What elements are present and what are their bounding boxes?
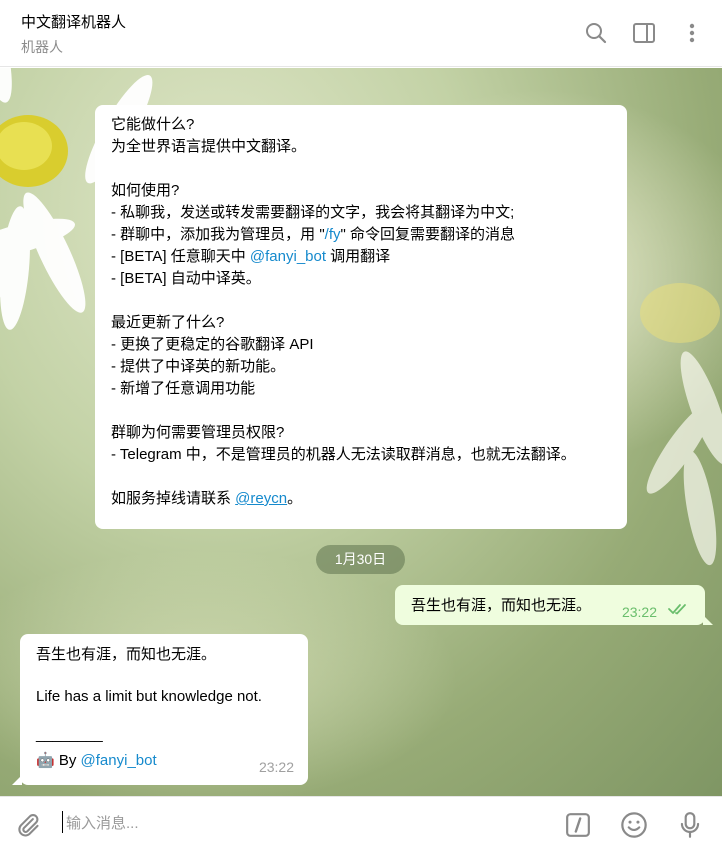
robot-emoji-icon: 🤖 — [36, 752, 55, 769]
intro-line-text: 如服务掉线请联系 — [111, 490, 236, 507]
intro-line: - 新增了任意调用功能 — [111, 380, 256, 397]
separator-line: ________ — [36, 726, 103, 743]
message-time: 23:22 — [258, 759, 294, 775]
microphone-icon[interactable] — [674, 809, 706, 841]
intro-line-text: - 群聊中，添加我为管理员，用 " — [111, 226, 325, 243]
intro-line-bot: - [BETA] 任意聊天中 @fanyi_bot 调用翻译 — [111, 246, 611, 268]
message-composer — [0, 796, 722, 852]
intro-line — [111, 158, 611, 180]
intro-line: 为全世界语言提供中文翻译。 — [111, 138, 307, 155]
message-input[interactable] — [66, 811, 546, 835]
intro-line: - [BETA] 自动中译英。 — [111, 270, 261, 287]
intro-line-command: - 群聊中，添加我为管理员，用 "/fy" 命令回复需要翻译的消息 — [111, 224, 611, 246]
chat-header: 中文翻译机器人 机器人 — [0, 0, 722, 67]
intro-line-text: - [BETA] 任意聊天中 — [111, 248, 250, 265]
intro-line-text: 。 — [287, 490, 303, 507]
command-link[interactable]: /fy — [325, 226, 341, 243]
signature-line: 🤖 By @fanyi_bot — [36, 750, 292, 772]
intro-line: 群聊为何需要管理员权限? — [111, 424, 285, 441]
search-icon[interactable] — [581, 18, 611, 48]
attach-icon[interactable] — [12, 809, 44, 841]
date-divider: 1月30日 — [316, 545, 405, 574]
intro-line — [111, 400, 611, 422]
double-check-icon — [667, 601, 691, 623]
bot-command-icon[interactable] — [562, 809, 594, 841]
bot-intro-message: 它能做什么? 为全世界语言提供中文翻译。 如何使用? - 私聊我，发送或转发需要… — [95, 105, 627, 529]
outgoing-message-text: 吾生也有涯，而知也无涯。 — [411, 597, 592, 614]
more-vertical-icon[interactable] — [677, 18, 707, 48]
emoji-icon[interactable] — [618, 809, 650, 841]
intro-line: - 更换了更稳定的谷歌翻译 API — [111, 336, 314, 353]
message-time: 23:22 — [621, 604, 657, 620]
incoming-translation-message[interactable]: 吾生也有涯，而知也无涯。 Life has a limit but knowle… — [12, 634, 308, 785]
chat-subtitle: 机器人 — [21, 39, 63, 55]
chat-title[interactable]: 中文翻译机器人 — [21, 11, 126, 32]
intro-line: 如何使用? — [111, 182, 180, 199]
intro-line: - 私聊我，发送或转发需要翻译的文字，我会将其翻译为中文; — [111, 204, 515, 221]
intro-line: 最近更新了什么? — [111, 314, 225, 331]
intro-line: 它能做什么? — [111, 116, 195, 133]
bot-mention-link[interactable]: @fanyi_bot — [81, 752, 157, 769]
outgoing-message[interactable]: 吾生也有涯，而知也无涯。 23:22 — [395, 585, 713, 625]
translation-line: Life has a limit but knowledge not. — [36, 688, 262, 705]
intro-line — [111, 466, 611, 488]
intro-line — [111, 290, 611, 312]
bot-mention-link[interactable]: @fanyi_bot — [250, 248, 326, 265]
intro-line-text: " 命令回复需要翻译的消息 — [340, 226, 516, 243]
by-label: By — [54, 752, 81, 769]
translation-line: 吾生也有涯，而知也无涯。 — [36, 646, 217, 663]
intro-line: - Telegram 中，不是管理员的机器人无法读取群消息，也就无法翻译。 — [111, 446, 576, 463]
contact-mention-link[interactable]: @reycn — [235, 490, 287, 507]
sidebar-toggle-icon[interactable] — [629, 18, 659, 48]
intro-line-text: 调用翻译 — [326, 248, 391, 265]
intro-line: - 提供了中译英的新功能。 — [111, 358, 286, 375]
intro-line-contact: 如服务掉线请联系 @reycn。 — [111, 488, 611, 510]
